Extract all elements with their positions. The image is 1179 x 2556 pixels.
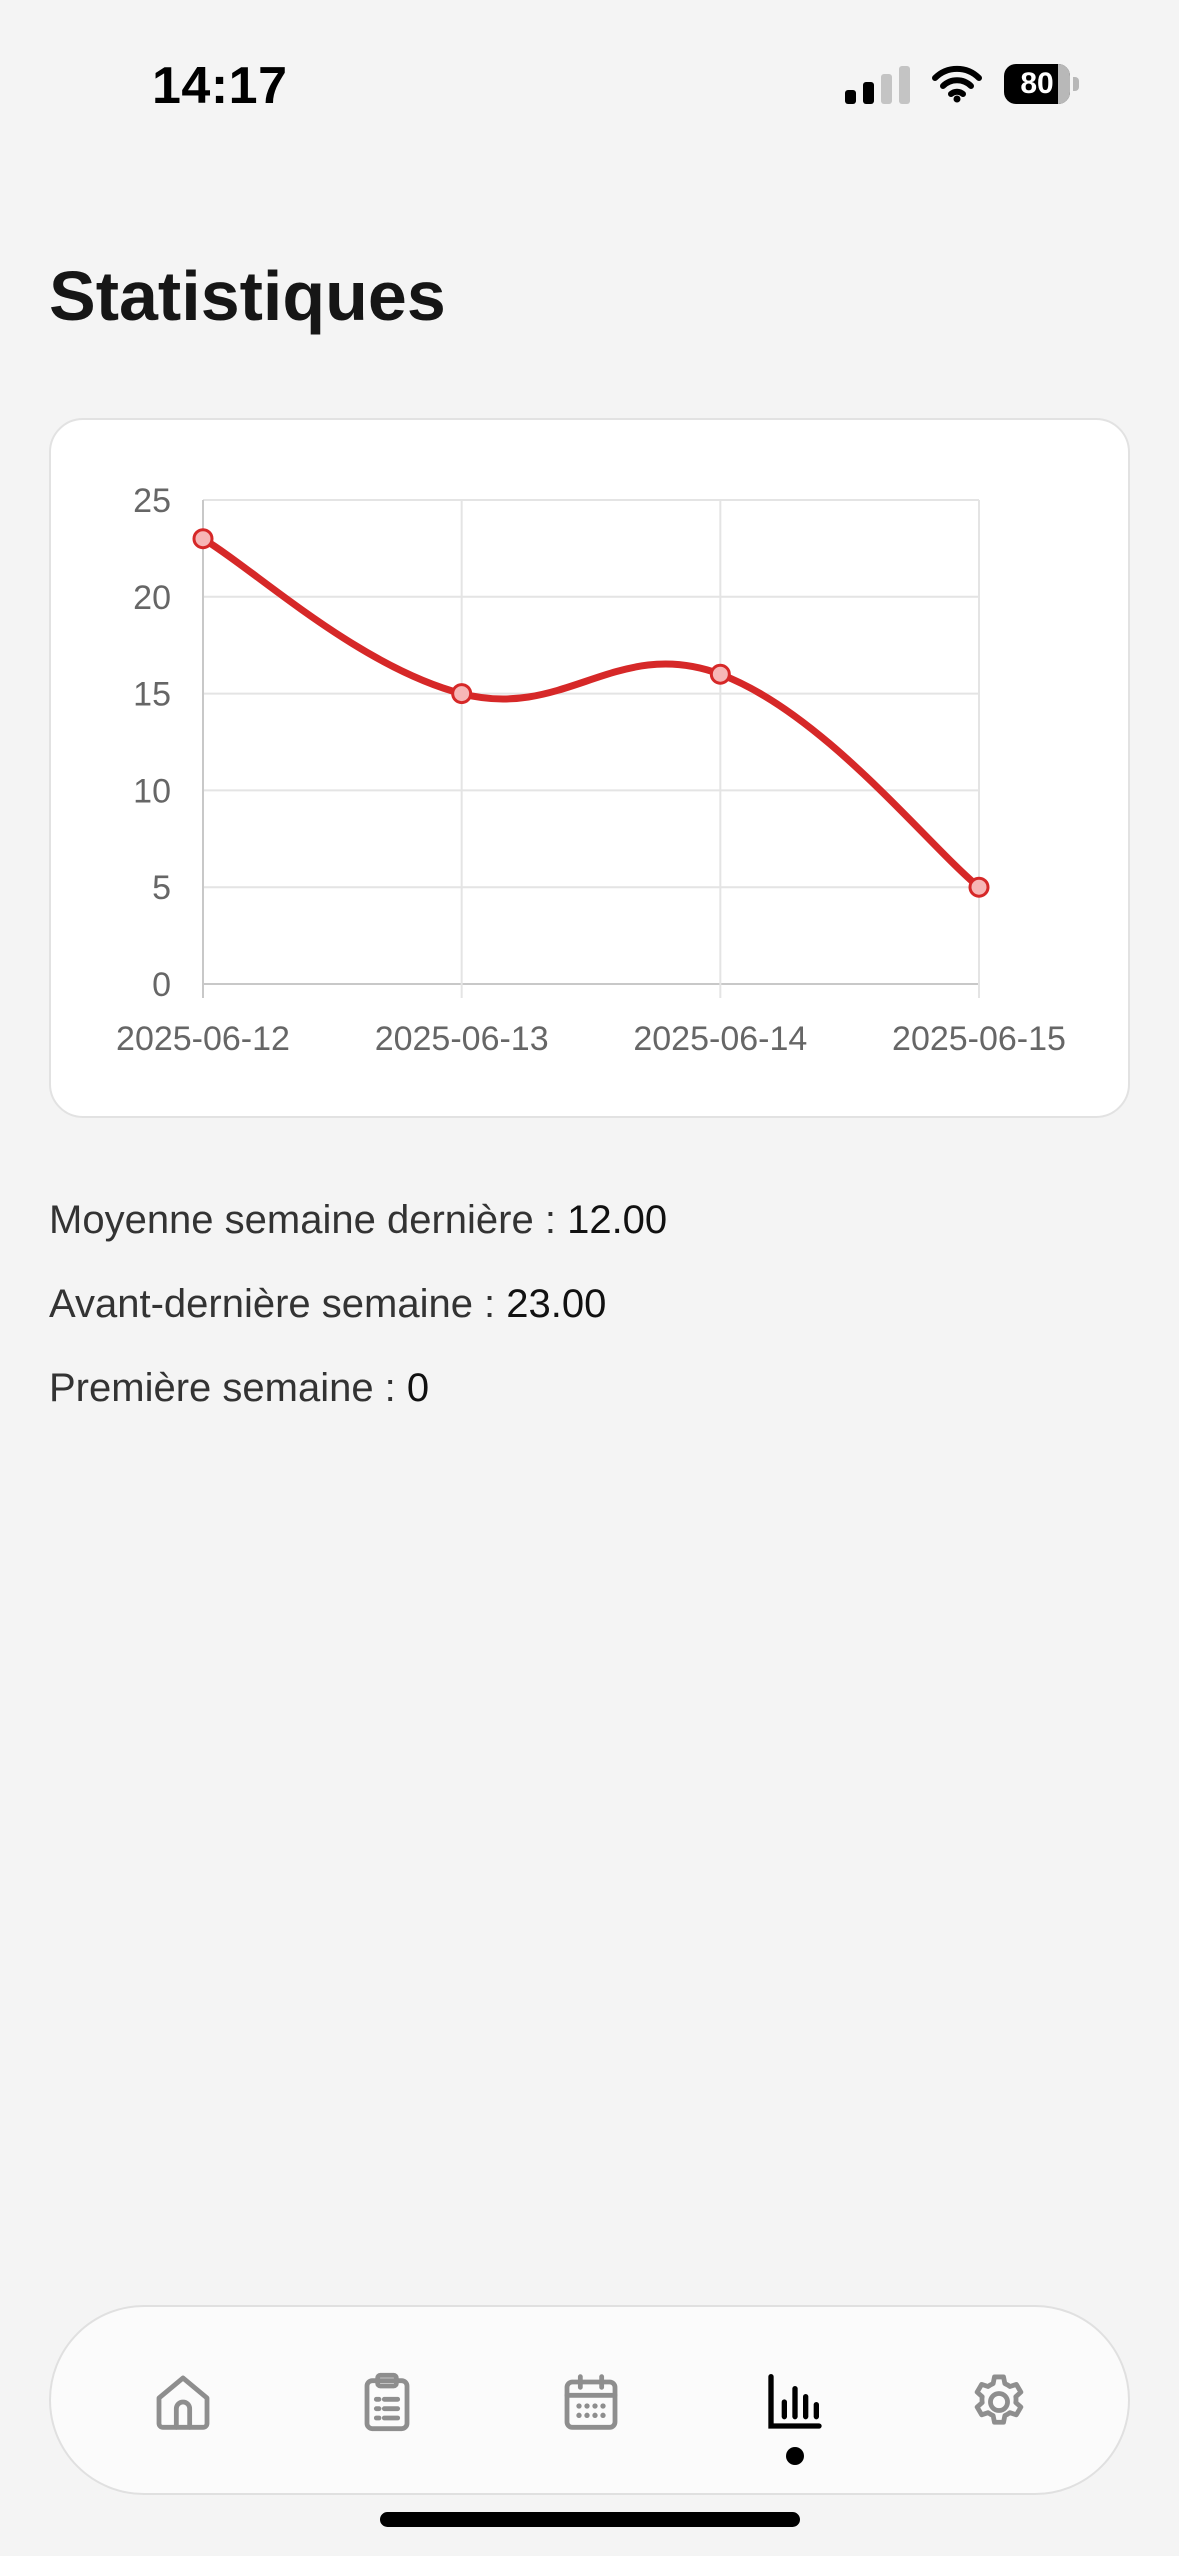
- x-tick-label: 2025-06-13: [375, 1020, 549, 1058]
- stat-week-before-last: Avant-dernière semaine : 23.00: [49, 1274, 667, 1358]
- clipboard-list-icon: [364, 2372, 410, 2432]
- stat-value: 0: [406, 1366, 430, 1410]
- y-tick-label: 20: [133, 579, 171, 617]
- x-tick-label: 2025-06-15: [892, 1020, 1066, 1058]
- page-title: Statistiques: [49, 257, 446, 335]
- y-tick-label: 25: [133, 482, 171, 520]
- stat-value: 23.00: [506, 1282, 607, 1326]
- tab-statistics[interactable]: [735, 2307, 855, 2497]
- y-tick-label: 5: [152, 869, 171, 907]
- line-chart: 0 5 10 15 20 25 2025-06-12 2025-06-13 2025-06-14…: [116, 482, 1066, 1058]
- gear-icon: [974, 2374, 1024, 2425]
- data-point: [451, 683, 473, 705]
- x-tick-label: 2025-06-12: [116, 1020, 290, 1058]
- tab-tasks[interactable]: [327, 2307, 447, 2497]
- home-icon: [156, 2375, 210, 2430]
- status-indicators: 80: [845, 64, 1079, 104]
- chart-card: 0 5 10 15 20 25 2025-06-12 2025-06-13 2025-06-14…: [49, 418, 1130, 1118]
- stat-label: Moyenne semaine dernière :: [49, 1198, 568, 1242]
- stat-label: Avant-dernière semaine :: [49, 1282, 507, 1326]
- tab-calendar[interactable]: [531, 2307, 651, 2497]
- home-indicator: [380, 2512, 800, 2527]
- data-point: [709, 663, 731, 685]
- calendar-icon: [564, 2374, 618, 2430]
- statistics-screen: 14:17 80 Statistiques 0 5 10 15 20 25 20…: [0, 0, 1179, 2556]
- stat-last-week: Moyenne semaine dernière : 12.00: [49, 1190, 667, 1274]
- wifi-icon: [932, 65, 982, 103]
- x-tick-label: 2025-06-14: [633, 1020, 807, 1058]
- data-point: [192, 528, 214, 550]
- battery-icon: 80: [1004, 64, 1079, 104]
- stat-first-week: Première semaine : 0: [49, 1358, 667, 1442]
- status-time: 14:17: [152, 57, 288, 115]
- tab-settings[interactable]: [939, 2307, 1059, 2497]
- y-tick-label: 10: [133, 772, 171, 810]
- status-bar: 14:17 80: [0, 0, 1179, 150]
- cellular-signal-icon: [845, 64, 910, 104]
- y-tick-label: 0: [152, 966, 171, 1004]
- series-line: [199, 535, 983, 891]
- y-tick-label: 15: [133, 676, 171, 714]
- tab-home[interactable]: [123, 2307, 243, 2497]
- bar-chart-icon: [768, 2374, 822, 2429]
- battery-percentage: 80: [1020, 67, 1054, 100]
- tab-bar: [49, 2305, 1130, 2495]
- data-point: [968, 876, 990, 898]
- stats-list: Moyenne semaine dernière : 12.00 Avant-d…: [49, 1190, 667, 1442]
- stat-label: Première semaine :: [49, 1366, 407, 1410]
- active-tab-indicator: [786, 2447, 804, 2465]
- stat-value: 12.00: [567, 1198, 668, 1242]
